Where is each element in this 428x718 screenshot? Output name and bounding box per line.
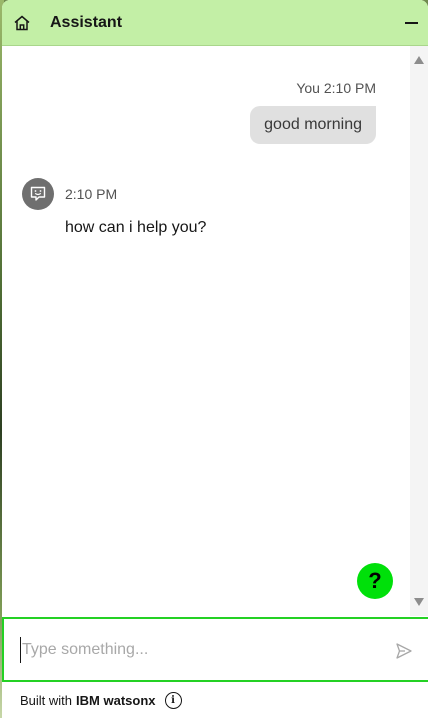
message-input[interactable] — [20, 637, 372, 663]
minimize-button[interactable] — [400, 12, 422, 34]
message-input-area — [2, 617, 428, 682]
minimize-icon — [404, 22, 418, 24]
user-sender-label: You — [296, 80, 320, 96]
bot-avatar — [22, 178, 54, 210]
home-icon — [14, 15, 30, 30]
user-message-meta: You 2:10 PM — [296, 80, 376, 96]
brand-name: IBM watsonx — [76, 692, 156, 708]
message-list: You 2:10 PM good morning 2:10 PM how can… — [2, 46, 410, 616]
assistant-panel: Assistant You 2:10 PM good morning 2:10 … — [2, 0, 428, 718]
scroll-up-arrow-icon[interactable] — [414, 56, 424, 64]
send-icon[interactable] — [394, 641, 414, 661]
panel-title: Assistant — [50, 13, 123, 31]
help-button[interactable]: ? — [357, 563, 393, 599]
user-message-bubble: good morning — [250, 106, 376, 144]
user-message-time: 2:10 PM — [323, 80, 376, 96]
scroll-down-arrow-icon[interactable] — [414, 598, 424, 606]
panel-footer: Built with IBM watsonx i — [2, 682, 428, 718]
bot-message-text: how can i help you? — [65, 219, 207, 236]
panel-header: Assistant — [2, 0, 428, 46]
message-scrollbar[interactable] — [410, 46, 428, 616]
chat-bot-icon — [30, 186, 46, 201]
info-icon[interactable]: i — [164, 691, 182, 709]
home-button[interactable] — [2, 0, 42, 45]
built-with-label: Built with — [20, 692, 73, 708]
bot-message-time: 2:10 PM — [65, 186, 118, 202]
